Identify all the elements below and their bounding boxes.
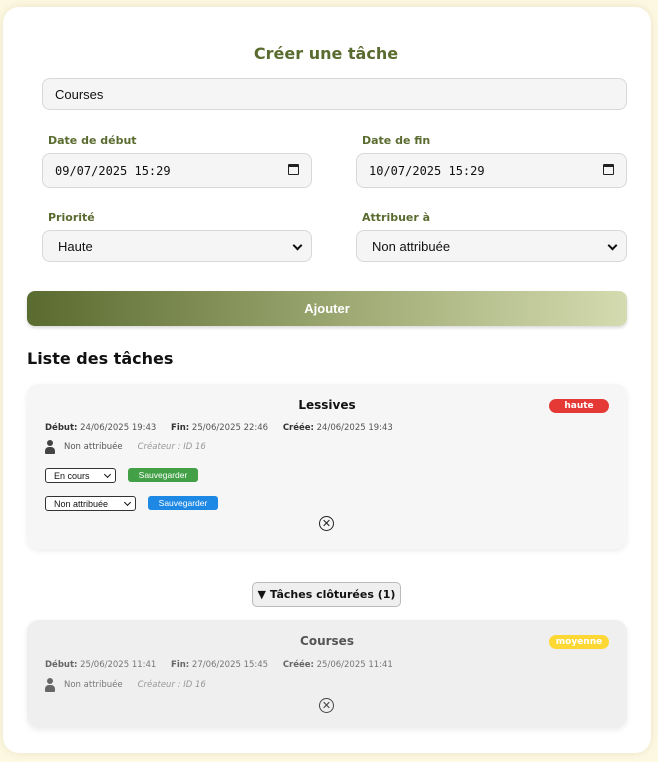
assignee-row: Non attribuée Créateur : ID 16 [45, 440, 206, 454]
task-title: Lessives [298, 398, 356, 412]
created-label: Créée: [282, 423, 314, 433]
user-icon [45, 678, 55, 692]
chevron-down-icon [292, 240, 303, 251]
start-date-value: 09/07/2025 15:29 [55, 163, 171, 178]
end-value: 25/06/2025 22:46 [191, 423, 269, 433]
assignee-text: Non attribuée [64, 680, 123, 690]
creator-text: Créateur : ID 16 [137, 442, 206, 452]
task-name-value: Courses [55, 86, 104, 102]
task-dates: Début: 25/06/2025 11:41 Fin: 27/06/2025 … [45, 660, 405, 670]
closed-task-card: Courses moyenne Début: 25/06/2025 11:41 … [27, 620, 627, 728]
chevron-down-icon [103, 470, 112, 479]
created-label: Créée: [282, 660, 314, 670]
start-label: Début: [45, 660, 78, 670]
end-date-input[interactable]: 10/07/2025 15:29 [356, 153, 627, 188]
calendar-icon[interactable] [603, 164, 614, 175]
assign-label: Attribuer à [362, 211, 431, 224]
status-select-value: En cours [54, 470, 90, 481]
start-value: 24/06/2025 19:43 [80, 423, 157, 433]
save-assign-button[interactable]: Sauvegarder [148, 496, 218, 510]
status-select[interactable]: En cours [45, 468, 116, 483]
task-dates: Début: 24/06/2025 19:43 Fin: 25/06/2025 … [45, 423, 405, 433]
delete-task-icon[interactable]: ✕ [319, 698, 334, 713]
start-value: 25/06/2025 11:41 [80, 660, 157, 670]
end-label: Fin: [171, 660, 190, 670]
assignee-text: Non attribuée [64, 442, 123, 452]
form-title: Créer une tâche [253, 44, 399, 63]
assign-select[interactable]: Non attribuée [356, 230, 627, 262]
add-task-button[interactable]: Ajouter [27, 291, 627, 326]
creator-text: Créateur : ID 16 [137, 680, 206, 690]
start-date-input[interactable]: 09/07/2025 15:29 [42, 153, 312, 188]
task-list-title: Liste des tâches [27, 349, 174, 368]
task-assign-select[interactable]: Non attribuée [45, 496, 136, 511]
save-status-button[interactable]: Sauvegarder [128, 468, 198, 482]
priority-select[interactable]: Haute [42, 230, 312, 262]
calendar-icon[interactable] [288, 164, 299, 175]
created-value: 25/06/2025 11:41 [316, 660, 393, 670]
closed-tasks-toggle[interactable]: ▼ Tâches clôturées (1) [252, 582, 401, 607]
delete-task-icon[interactable]: ✕ [319, 516, 334, 531]
chevron-down-icon [123, 498, 132, 507]
task-name-input[interactable]: Courses [42, 78, 627, 110]
task-assign-select-value: Non attribuée [54, 498, 109, 509]
assignee-row: Non attribuée Créateur : ID 16 [45, 678, 206, 692]
end-value: 27/06/2025 15:45 [191, 660, 269, 670]
priority-badge: moyenne [549, 635, 609, 649]
start-label: Début: [45, 423, 78, 433]
task-card: Lessives haute Début: 24/06/2025 19:43 F… [27, 384, 627, 549]
priority-select-value: Haute [58, 238, 93, 254]
chevron-down-icon [607, 240, 618, 251]
end-date-label: Date de fin [362, 134, 431, 147]
created-value: 24/06/2025 19:43 [316, 423, 393, 433]
task-title: Courses [300, 634, 354, 648]
user-icon [45, 440, 55, 454]
end-date-value: 10/07/2025 15:29 [369, 163, 485, 178]
end-label: Fin: [171, 423, 190, 433]
assign-select-value: Non attribuée [372, 238, 451, 254]
priority-badge: haute [549, 399, 609, 413]
start-date-label: Date de début [48, 134, 137, 147]
priority-label: Priorité [48, 211, 95, 224]
